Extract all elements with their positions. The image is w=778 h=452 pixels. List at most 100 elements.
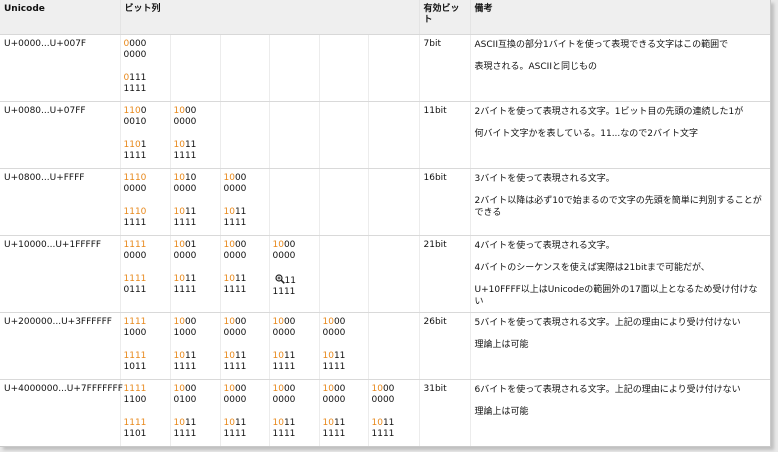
prefix-bits: 10 [371, 417, 383, 428]
byte-gap [224, 196, 266, 207]
table-row: U+10000...U+1FFFFF 1111 0000 1111 0111 1001 00… [0, 235, 770, 313]
value-bits: 00 [283, 316, 296, 327]
prefix-bits: 10 [173, 139, 185, 150]
byte-bottom-bits: 1011 [224, 274, 266, 286]
note-line: 6バイトを使って表現される文字。上記の理由により受け付けない [474, 384, 741, 395]
byte-cell: 1000 0000 1011 1111 [220, 379, 270, 446]
byte-gap [174, 196, 217, 207]
byte-cell: 1000 0000 1011 1111 [220, 235, 270, 313]
byte-gap [124, 196, 167, 207]
value-bits: 11 [283, 350, 296, 361]
value-bits: 0 [140, 105, 147, 116]
byte-bottom-low-bits: 1111 [123, 84, 147, 94]
byte-cell [368, 101, 420, 169]
utf8-encoding-table: Unicode ビット列 有効ビット 備考 U+0000...U+007F 000… [0, 0, 770, 446]
byte-top-bits: 1001 [174, 240, 217, 252]
byte-bits: 1000 0100 1011 1111 [174, 384, 217, 441]
note-line: 2バイトを使って表現される文字。1ビット目の先頭の連続した1が [474, 106, 744, 117]
byte-cell: 1010 0000 1011 1111 [170, 168, 221, 236]
byte-gap [273, 407, 316, 418]
prefix-bits: 10 [223, 273, 235, 284]
value-bits: 11 [333, 417, 346, 428]
effective-bits: 21bit [419, 235, 471, 313]
byte-bottom-bits: 1011 [224, 351, 266, 363]
table-row: U+0800...U+FFFF 1110 0000 1110 1111 1010 0000 1… [0, 168, 770, 236]
byte-top-low-bits: 0000 [272, 251, 296, 261]
byte-bottom-bits: 1101 [124, 140, 167, 152]
prefix-bits: 10 [322, 417, 334, 428]
byte-bottom-low-bits: 1111 [272, 362, 296, 372]
byte-bits: 1111 1100 1111 1101 [124, 384, 167, 441]
byte-bottom-bits: 1011 [174, 207, 217, 219]
byte-top-low-bits: 0000 [123, 184, 147, 194]
byte-bottom-low-bits: 1111 [223, 285, 247, 295]
value-bits: 00 [234, 172, 247, 183]
byte-bottom-low-bits: 1111 [371, 429, 395, 439]
value-bits: 11 [382, 417, 395, 428]
byte-bottom-bits: 1011 [174, 418, 217, 430]
byte-bottom-bits: 1111 [124, 274, 167, 286]
byte-bits: 1000 0000 1011 1111 [273, 317, 316, 374]
prefix-bits: 1111 [123, 316, 147, 327]
notes-cell: 3バイトを使って表現される文字。 2バイト以降は必ず10で始まるので文字の先頭を簡… [470, 168, 770, 236]
prefix-bits: 110 [123, 105, 141, 116]
value-bits: 11 [184, 417, 197, 428]
byte-top-low-bits: 1000 [123, 328, 147, 338]
byte-cell: 1111 1100 1111 1101 [120, 379, 171, 446]
byte-bottom-low-bits: 0111 [123, 285, 147, 295]
header-effective-bits: 有効ビット [419, 0, 471, 35]
prefix-bits: 1111 [123, 239, 147, 250]
byte-bits: 1000 0000 1011 1111 [224, 317, 266, 374]
byte-bottom-bits: 1111 [124, 418, 167, 430]
byte-cell [319, 34, 369, 102]
unicode-range: U+0000...U+007F [0, 34, 121, 102]
byte-gap [372, 407, 416, 418]
unicode-range: U+4000000...U+7FFFFFFF [0, 379, 123, 446]
byte-bits: 1000 1000 1011 1111 [174, 317, 217, 374]
value-bits: 11 [184, 206, 197, 217]
unicode-range: U+0080...U+07FF [0, 101, 121, 169]
value-bits: 11 [234, 350, 247, 361]
byte-top-bits: 1000 [224, 384, 266, 396]
byte-bits: 1111 0000 1111 0111 [124, 240, 167, 297]
note-line: 3バイトを使って表現される文字。 [474, 173, 615, 184]
value-bits: 11 [234, 273, 247, 284]
byte-bottom-low-bits: 1111 [173, 362, 197, 372]
byte-bottom-low-bits: 1111 [223, 429, 247, 439]
prefix-bits: 1111 [123, 417, 147, 428]
byte-top-bits: 1010 [174, 173, 217, 185]
value-bits: 00 [333, 383, 346, 394]
byte-top-bits: 1000 [273, 240, 316, 252]
byte-bits: 1110 0000 1110 1111 [124, 173, 167, 230]
value-bits: 11 [234, 206, 247, 217]
byte-gap [174, 263, 217, 274]
byte-top-bits: 1111 [124, 384, 167, 396]
byte-bits: 1000 0000 1011 1111 [273, 384, 316, 441]
byte-top-bits: 1111 [124, 240, 167, 252]
byte-bottom-bits: 1011 [174, 351, 217, 363]
notes-cell: 6バイトを使って表現される文字。上記の理由により受け付けない 理論上は可能 [470, 379, 770, 446]
effective-bits: 11bit [419, 101, 471, 169]
byte-cell [220, 34, 270, 102]
byte-top-bits: 1000 [323, 384, 365, 396]
byte-bottom-bits: 1011 [174, 274, 217, 286]
prefix-bits: 10 [173, 239, 185, 250]
notes-cell: 2バイトを使って表現される文字。1ビット目の先頭の連続した1が 何バイト文字かを表… [470, 101, 770, 169]
prefix-bits: 10 [173, 273, 185, 284]
byte-top-low-bits: 0010 [123, 117, 147, 127]
unicode-range: U+10000...U+1FFFFF [0, 235, 121, 313]
byte-cell [368, 34, 420, 102]
byte-cell: 1100 0010 1101 1111 [120, 101, 171, 169]
byte-bottom-low-bits: 1111 [173, 218, 197, 228]
value-bits: 11 [234, 417, 247, 428]
byte-top-low-bits: 0000 [173, 117, 197, 127]
byte-bottom-bits: 1011 [273, 418, 316, 430]
byte-bits: 1000 0000 1011 1111 [224, 240, 266, 297]
byte-cell: 1000 0000 1011 1111 [368, 379, 420, 446]
prefix-bits: 10 [223, 383, 235, 394]
prefix-bits: 1111 [123, 383, 147, 394]
byte-cell [269, 34, 320, 102]
prefix-bits: 10 [173, 417, 185, 428]
byte-cell: 1111 0000 1111 0111 [120, 235, 171, 313]
value-bits: 11 [283, 417, 296, 428]
